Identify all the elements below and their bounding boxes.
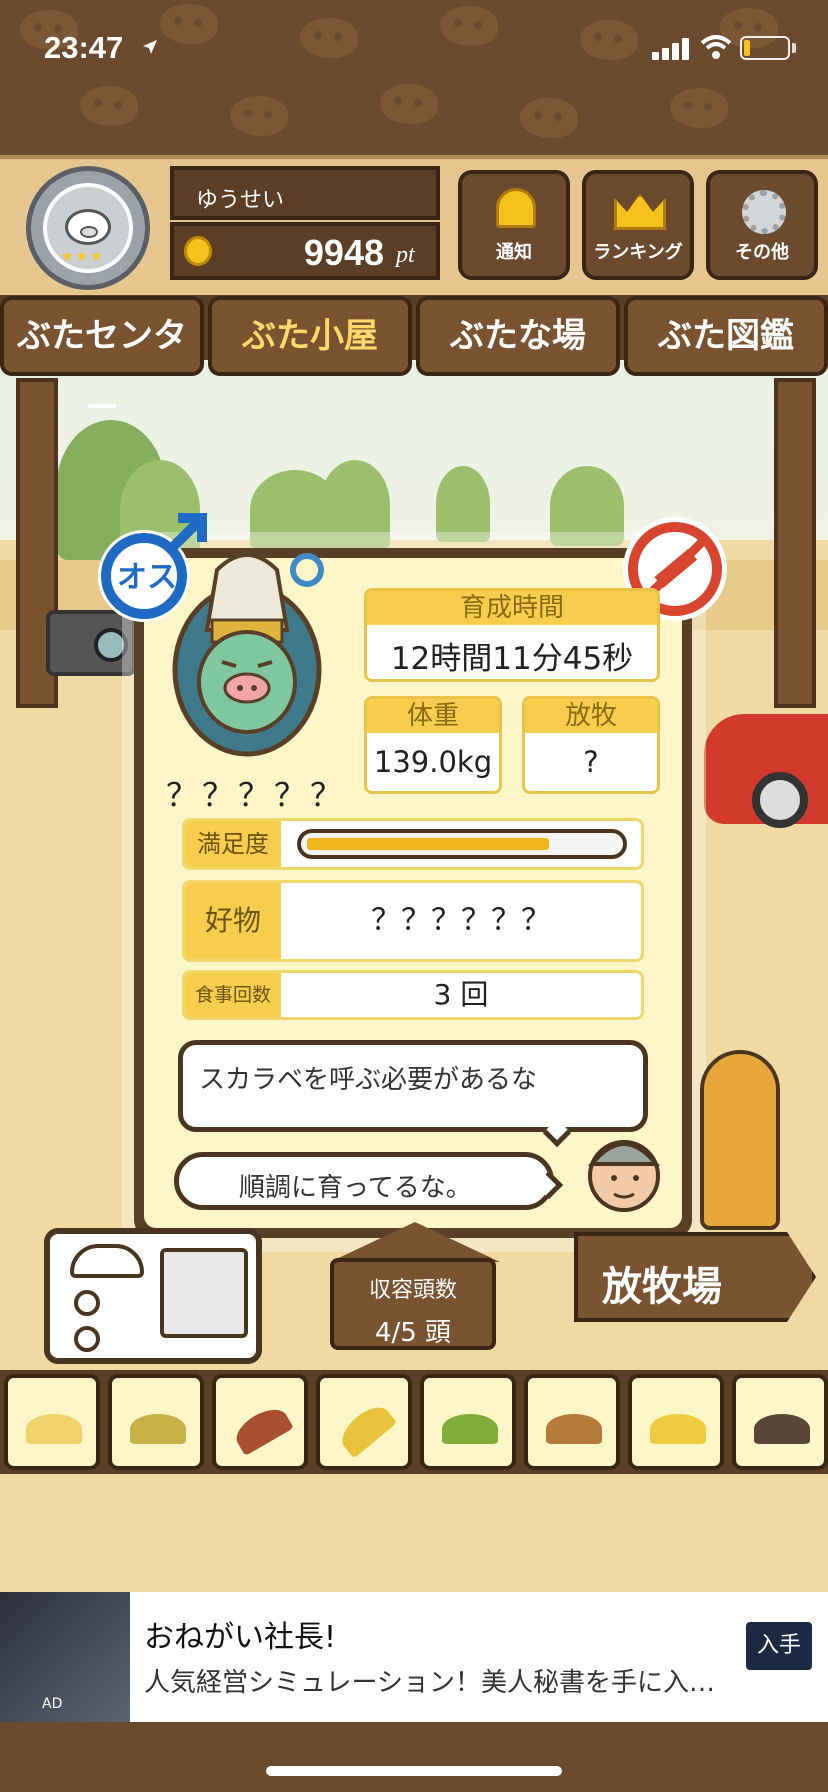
grain-bowl-icon (650, 1414, 706, 1444)
growth-time-value: 12時間11分45秒 (390, 641, 634, 677)
favorite-food-row: 好物 ？？？？？？ (182, 880, 644, 962)
status-time: 23:47 (44, 30, 124, 65)
grazing-value: ? (583, 745, 599, 779)
meal-count-value: 3 回 (433, 978, 489, 1011)
weight-label: 体重 (367, 699, 499, 733)
ad-banner[interactable]: AD おねがい社長! 人気経営シミュレーション！美人秘書を手に入れよう 入手 (0, 1592, 828, 1722)
pig-name: ？？？？？ (166, 776, 347, 814)
feed-item-mixed-beans[interactable] (108, 1374, 204, 1470)
switch-icon (74, 1326, 100, 1352)
tab-pig-barn[interactable]: ぶた小屋 (208, 296, 412, 376)
username: ゆうせい (196, 188, 285, 213)
switch-icon (74, 1290, 100, 1316)
grazing-card: 放牧 ? (522, 696, 660, 794)
satisfaction-row: 満足度 (182, 818, 644, 870)
feed-item-acorn[interactable] (524, 1374, 620, 1470)
ranking-button[interactable]: ランキング (582, 170, 694, 280)
bell-icon (496, 188, 536, 228)
growth-time-card: 育成時間 12時間11分45秒 (364, 588, 660, 682)
grazing-label: 放牧 (525, 699, 657, 733)
meal-count-label: 食事回数 (185, 973, 281, 1017)
gear-icon (742, 190, 786, 234)
main-tabs: ぶたセンター ぶた小屋 ぶたな場 ぶた図鑑 (0, 296, 828, 428)
feed-item-grain-bowl[interactable] (628, 1374, 724, 1470)
pig-face-icon (65, 209, 111, 245)
fence-post (774, 378, 816, 708)
capacity-label: 収容頭数 (368, 1278, 457, 1303)
ad-description: 人気経営シミュレーション！美人秘書を手に入れよう (144, 1668, 734, 1698)
tab-pig-encyclopedia[interactable]: ぶた図鑑 (624, 296, 828, 376)
wifi-icon (700, 35, 732, 59)
feed-item-herbs[interactable] (420, 1374, 516, 1470)
battery-icon (740, 36, 790, 60)
favorite-food-value: ？？？？？？ (371, 903, 551, 938)
meal-count-row: 食事回数 3 回 (182, 970, 644, 1020)
ranking-label: ランキング (593, 242, 683, 263)
corn-icon (334, 1399, 398, 1459)
tab-pig-center[interactable]: ぶたセンター (0, 296, 204, 428)
username-box: ゆうせい (170, 166, 440, 220)
coin-icon (184, 236, 212, 266)
satisfaction-gauge-fill (307, 838, 549, 850)
location-arrow-icon (143, 40, 157, 54)
ad-get-button[interactable]: 入手 (746, 1622, 812, 1670)
weight-value: 139.0kg (373, 745, 493, 779)
status-bar: 23:47 (0, 0, 828, 96)
fan-icon (160, 1248, 248, 1338)
feed-item-corn[interactable] (316, 1374, 412, 1470)
speech-hint-text: スカラベを呼ぶ必要があるな (199, 1065, 538, 1095)
satisfaction-gauge (297, 829, 627, 859)
mixed-beans-icon (130, 1414, 186, 1444)
player-avatar[interactable]: ★★★ (26, 166, 150, 290)
sweet-potato-icon (230, 1402, 294, 1456)
game-screen: 23:47 ★★★ ゆうせい 9948 pt 通知 ランキング その他 ぶたセン… (0, 0, 828, 1792)
rooster (700, 1050, 780, 1230)
capacity-value: 4/5 頭 (374, 1318, 452, 1348)
ad-badge: AD (42, 1696, 63, 1712)
dark-balls-icon (754, 1414, 810, 1444)
fan-control-box[interactable] (44, 1228, 262, 1364)
yellow-beans-icon (26, 1414, 82, 1444)
crown-icon (614, 194, 666, 230)
growth-time-label: 育成時間 (367, 591, 657, 625)
satisfaction-label: 満足度 (185, 821, 281, 867)
feed-item-sweet-potato[interactable] (212, 1374, 308, 1470)
feed-item-dark-balls[interactable] (732, 1374, 828, 1470)
tree (436, 466, 490, 542)
background-pattern-bottom (0, 1722, 828, 1792)
farmer-icon (587, 1140, 661, 1212)
favorite-food-label: 好物 (185, 883, 281, 959)
acorn-icon (546, 1414, 602, 1444)
gender-label: オス (117, 560, 177, 595)
pasture-label: 放牧場 (602, 1264, 722, 1310)
ad-thumbnail[interactable]: AD (0, 1592, 130, 1722)
herbs-icon (442, 1414, 498, 1444)
red-car (704, 714, 828, 828)
cellular-signal-icon (652, 38, 689, 60)
points-unit: pt (396, 242, 415, 268)
points-value: 9948 (303, 232, 384, 273)
speech-status-text: 順調に育ってるな。 (239, 1173, 472, 1203)
other-label: その他 (735, 242, 789, 263)
feed-toolbar (0, 1370, 828, 1474)
speech-bubble-hint[interactable]: スカラベを呼ぶ必要があるな (178, 1040, 648, 1148)
home-indicator[interactable] (266, 1766, 562, 1776)
rank-stars-icon: ★★★ (61, 249, 105, 265)
pasture-button[interactable]: 放牧場 (574, 1232, 816, 1322)
tab-pig-field[interactable]: ぶたな場 (416, 296, 620, 376)
notification-button[interactable]: 通知 (458, 170, 570, 280)
gauge-meter-icon (70, 1244, 144, 1278)
speech-bubble-status[interactable]: 順調に育ってるな。 (174, 1152, 564, 1210)
capacity-sign: 収容頭数 4/5 頭 (330, 1258, 496, 1350)
ad-title: おねがい社長! (144, 1620, 337, 1655)
weight-card: 体重 139.0kg (364, 696, 502, 794)
notification-label: 通知 (496, 242, 532, 263)
feed-item-yellow-beans[interactable] (4, 1374, 100, 1470)
points-box: 9948 pt (170, 222, 440, 280)
other-button[interactable]: その他 (706, 170, 818, 280)
